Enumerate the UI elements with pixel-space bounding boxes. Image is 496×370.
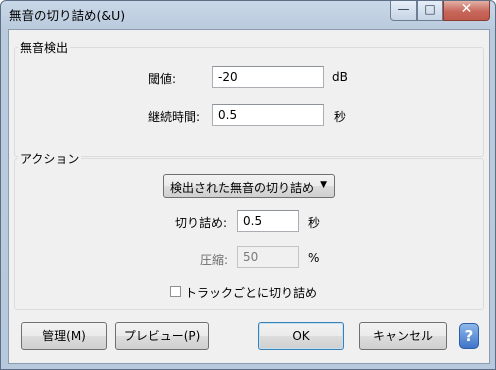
duration-label: 継続時間: (148, 110, 201, 124)
maximize-button[interactable]: □ (417, 1, 443, 21)
action-mode-dropdown[interactable]: 検出された無音の切り詰め ▼ (163, 174, 335, 198)
title-bar[interactable]: 無音の切り詰め(&U) — □ ✕ (1, 1, 495, 27)
dialog-body: 無音検出 閾値: -20 dB 継続時間: 0.5 秒 アクション 検出された無… (8, 29, 490, 364)
dialog-window: 無音の切り詰め(&U) — □ ✕ 無音検出 閾値: -20 dB 継続時間: … (0, 0, 496, 370)
ok-button[interactable]: OK (258, 322, 344, 350)
truncate-label: 切り詰め: (175, 216, 228, 230)
minimize-button[interactable]: — (390, 1, 417, 21)
per-track-checkbox[interactable] (170, 286, 181, 297)
silence-detection-title: 無音検出 (18, 39, 71, 56)
truncate-unit: 秒 (308, 216, 321, 230)
help-icon[interactable]: ? (459, 323, 479, 349)
minimize-icon: — (397, 2, 410, 16)
chevron-down-icon: ▼ (320, 180, 327, 190)
manage-button[interactable]: 管理(M) (21, 322, 107, 350)
per-track-label[interactable]: トラックごとに切り詰め (185, 284, 317, 301)
action-title: アクション (18, 150, 82, 167)
compress-unit: % (308, 251, 320, 265)
threshold-label: 閾値: (148, 72, 177, 86)
compress-input[interactable]: 50 (237, 246, 299, 268)
duration-input[interactable]: 0.5 (212, 104, 324, 126)
window-title: 無音の切り詰め(&U) (9, 8, 126, 23)
action-mode-value: 検出された無音の切り詰め (170, 181, 315, 195)
compress-label: 圧縮: (200, 253, 229, 267)
truncate-input[interactable]: 0.5 (237, 210, 299, 232)
maximize-icon: □ (424, 2, 436, 16)
silence-detection-group: 無音検出 (14, 39, 484, 157)
close-icon: ✕ (460, 1, 473, 17)
cancel-button[interactable]: キャンセル (359, 322, 447, 350)
threshold-unit: dB (332, 70, 348, 84)
close-button[interactable]: ✕ (443, 1, 490, 21)
threshold-input[interactable]: -20 (212, 66, 324, 88)
duration-unit: 秒 (334, 110, 347, 124)
preview-button[interactable]: プレビュー(P) (115, 322, 209, 350)
